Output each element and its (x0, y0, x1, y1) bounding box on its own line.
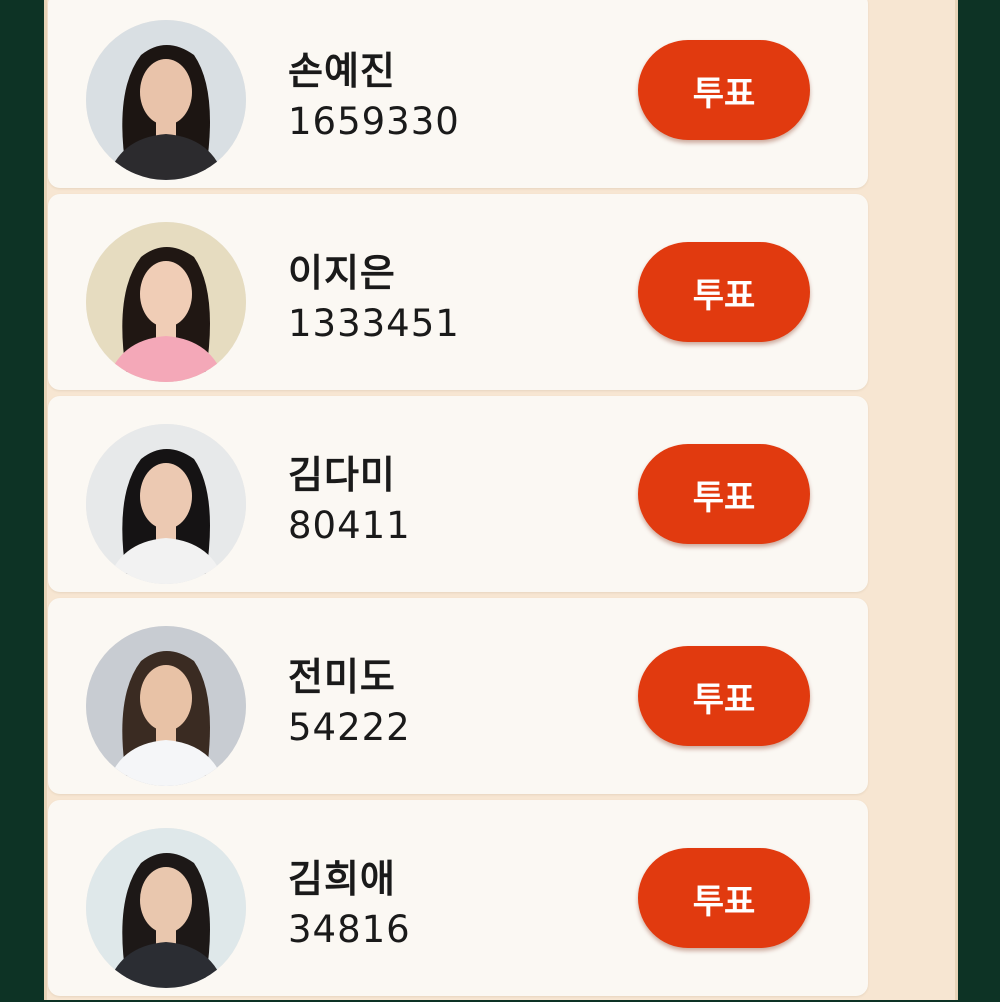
portrait-image (86, 20, 246, 180)
vote-count: 1333451 (288, 302, 460, 345)
candidate-card: 김희애 34816 투표 (48, 800, 868, 996)
candidate-name: 전미도 (288, 655, 396, 699)
candidate-name: 이지은 (288, 251, 396, 295)
portrait-image (86, 828, 246, 988)
candidate-card: 전미도 54222 투표 (48, 598, 868, 794)
candidate-list: 손예진 1659330 투표 이지은 1333451 투표 김다미 80411 … (48, 0, 868, 1002)
vote-button[interactable]: 투표 (638, 848, 810, 948)
portrait-image (86, 626, 246, 786)
candidate-name: 김희애 (288, 857, 396, 901)
candidate-photo (86, 626, 246, 786)
candidate-photo (86, 20, 246, 180)
portrait-image (86, 222, 246, 382)
candidate-photo (86, 424, 246, 584)
candidate-card: 김다미 80411 투표 (48, 396, 868, 592)
vote-button[interactable]: 투표 (638, 646, 810, 746)
candidate-name: 김다미 (288, 453, 396, 497)
vote-button[interactable]: 투표 (638, 242, 810, 342)
candidate-card: 이지은 1333451 투표 (48, 194, 868, 390)
vote-count: 34816 (288, 908, 411, 951)
portrait-image (86, 424, 246, 584)
candidate-name: 손예진 (288, 49, 396, 93)
vote-count: 54222 (288, 706, 411, 749)
candidate-photo (86, 222, 246, 382)
candidate-card: 손예진 1659330 투표 (48, 0, 868, 188)
vote-count: 1659330 (288, 100, 460, 143)
candidate-photo (86, 828, 246, 988)
vote-button[interactable]: 투표 (638, 444, 810, 544)
vote-count: 80411 (288, 504, 411, 547)
vote-button[interactable]: 투표 (638, 40, 810, 140)
